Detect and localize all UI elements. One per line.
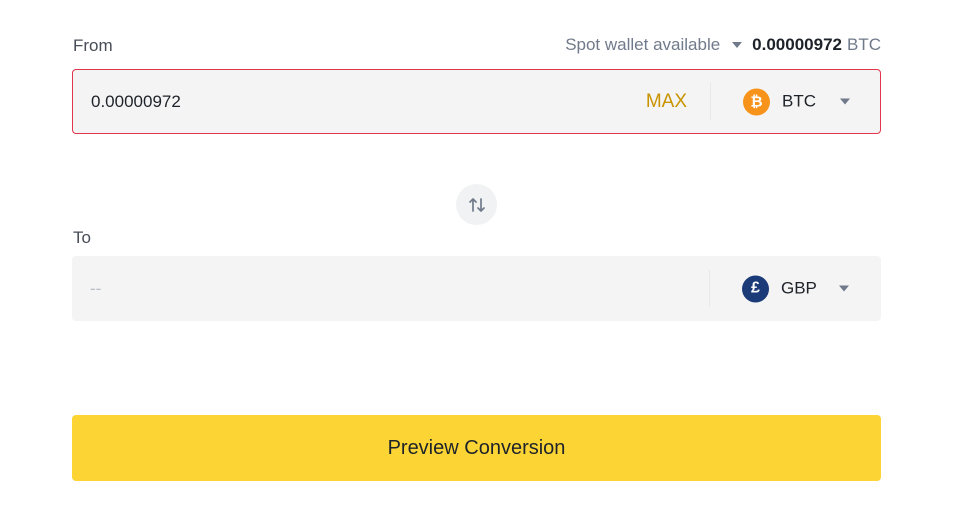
wallet-available-label[interactable]: Spot wallet available: [565, 35, 720, 55]
caret-down-icon: [840, 98, 850, 105]
to-coin-symbol: GBP: [781, 278, 817, 298]
pound-icon: £: [742, 275, 769, 302]
wallet-balance-unit: BTC: [847, 35, 881, 54]
caret-down-icon: [839, 285, 849, 292]
to-amount-field: £ GBP: [72, 256, 881, 321]
from-coin-select[interactable]: ₿ BTC: [743, 88, 850, 115]
swap-arrows-icon: [468, 197, 485, 212]
preview-conversion-button[interactable]: Preview Conversion: [72, 415, 881, 481]
max-button[interactable]: MAX: [646, 91, 687, 113]
caret-down-icon[interactable]: [732, 42, 743, 48]
bitcoin-icon: ₿: [743, 88, 770, 115]
from-amount-input[interactable]: [91, 91, 591, 112]
from-coin-symbol: BTC: [782, 91, 816, 111]
from-label: From: [73, 36, 113, 55]
wallet-balance: 0.00000972: [752, 35, 842, 54]
swap-button[interactable]: [456, 184, 497, 225]
wallet-available-row[interactable]: Spot wallet available 0.00000972 BTC: [565, 35, 881, 55]
to-label: To: [73, 228, 91, 247]
field-divider: [710, 83, 711, 120]
from-amount-field: MAX ₿ BTC: [72, 69, 881, 134]
field-divider: [709, 270, 710, 307]
to-amount-input[interactable]: [90, 278, 590, 299]
to-coin-select[interactable]: £ GBP: [742, 275, 849, 302]
